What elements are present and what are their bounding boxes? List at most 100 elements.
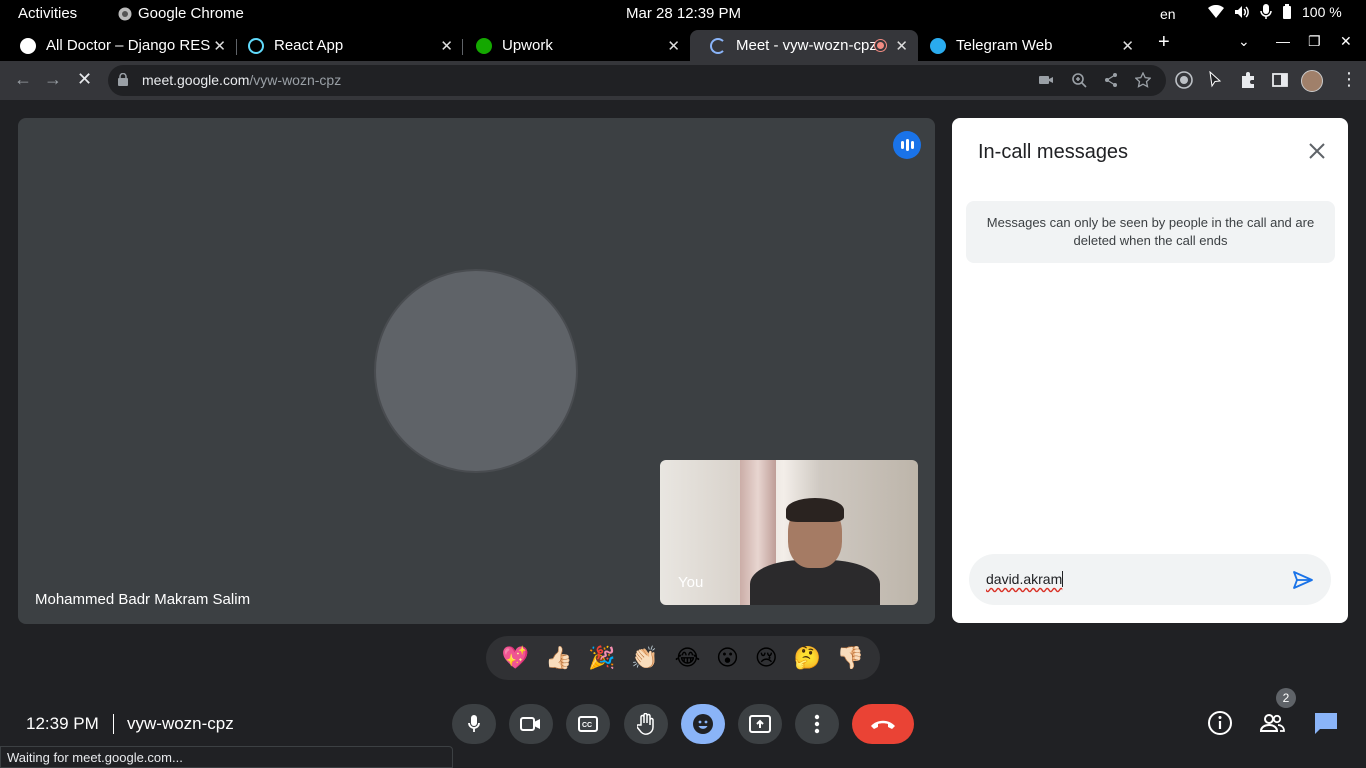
tab-all-doctor[interactable]: All Doctor – Django RES ✕ bbox=[0, 30, 236, 61]
hand-icon bbox=[637, 713, 654, 735]
reaction-thumbs-up[interactable]: 👍🏻 bbox=[545, 647, 572, 669]
activities-button[interactable]: Activities bbox=[18, 5, 77, 22]
mouse-pointer-icon bbox=[1209, 71, 1222, 88]
close-tab-icon[interactable]: ✕ bbox=[1121, 37, 1134, 55]
wifi-icon bbox=[1208, 5, 1224, 18]
present-screen-button[interactable] bbox=[738, 704, 782, 744]
url-host: meet.google.com bbox=[142, 72, 250, 88]
more-vert-icon bbox=[814, 714, 820, 734]
meet-main: Mohammed Badr Makram Salim You In-call m… bbox=[0, 100, 1366, 768]
message-input[interactable]: david.akram bbox=[986, 571, 1064, 587]
reaction-party-popper[interactable]: 🎉 bbox=[588, 647, 615, 669]
reaction-thinking[interactable]: 🤔 bbox=[793, 647, 820, 669]
microphone-icon bbox=[1260, 4, 1272, 19]
browser-toolbar: ← → ✕ meet.google.com/vyw-wozn-cpz ⋮ bbox=[0, 61, 1366, 100]
system-top-bar: Activities Google Chrome Mar 28 12:39 PM… bbox=[0, 0, 1366, 27]
battery-percentage: 100 % bbox=[1302, 4, 1342, 20]
meeting-code[interactable]: vyw-wozn-cpz bbox=[127, 714, 234, 734]
meeting-time: 12:39 PM bbox=[26, 714, 99, 733]
chrome-menu-kebab-icon[interactable]: ⋮ bbox=[1340, 69, 1358, 90]
chrome-icon bbox=[118, 7, 132, 20]
lock-icon bbox=[118, 73, 128, 86]
back-arrow-icon[interactable]: ← bbox=[14, 69, 32, 90]
language-indicator[interactable]: en bbox=[1160, 6, 1176, 22]
system-tray[interactable]: 100 % bbox=[1208, 4, 1342, 20]
app-name: Google Chrome bbox=[138, 5, 244, 22]
raise-hand-button[interactable] bbox=[624, 704, 668, 744]
bookmark-star-icon[interactable] bbox=[1135, 72, 1151, 88]
captions-button[interactable]: CC bbox=[566, 704, 610, 744]
microphone-icon bbox=[468, 715, 480, 732]
participant-tile[interactable]: Mohammed Badr Makram Salim You bbox=[18, 118, 935, 624]
close-window-icon[interactable]: ✕ bbox=[1340, 33, 1352, 50]
tab-label: React App bbox=[274, 37, 344, 54]
address-bar[interactable]: meet.google.com/vyw-wozn-cpz bbox=[108, 65, 1166, 96]
reaction-sparkling-heart[interactable]: 💖 bbox=[502, 647, 529, 669]
close-tab-icon[interactable]: ✕ bbox=[440, 37, 453, 55]
reaction-laughing[interactable]: 😂 bbox=[675, 647, 701, 669]
svg-text:CC: CC bbox=[582, 722, 592, 729]
tab-search-chevron-icon[interactable]: ⌄ bbox=[1238, 33, 1250, 50]
telegram-favicon-icon bbox=[930, 37, 946, 54]
meeting-details-info-icon[interactable] bbox=[1207, 710, 1233, 736]
app-menu[interactable]: Google Chrome bbox=[118, 5, 244, 22]
participant-avatar bbox=[374, 269, 578, 473]
zoom-icon[interactable] bbox=[1071, 72, 1087, 88]
share-icon[interactable] bbox=[1103, 72, 1119, 88]
chat-icon[interactable] bbox=[1313, 710, 1339, 736]
emoji-smile-icon bbox=[693, 714, 713, 734]
close-tab-icon[interactable]: ✕ bbox=[213, 37, 226, 55]
present-screen-icon bbox=[749, 715, 771, 733]
reaction-clapping[interactable]: 👏🏻 bbox=[631, 647, 658, 669]
browser-status-bubble: Waiting for meet.google.com... bbox=[0, 746, 453, 768]
message-input-value: david.akram bbox=[986, 571, 1063, 587]
camera-button[interactable] bbox=[509, 704, 553, 744]
recording-indicator-icon bbox=[875, 40, 886, 51]
profile-avatar[interactable] bbox=[1301, 70, 1323, 92]
leave-call-button[interactable] bbox=[852, 704, 914, 744]
divider bbox=[113, 714, 114, 734]
send-icon[interactable] bbox=[1292, 569, 1314, 591]
globe-favicon-icon bbox=[20, 37, 36, 54]
tab-react-app[interactable]: React App ✕ bbox=[228, 30, 463, 61]
reactions-bar: 💖 👍🏻 🎉 👏🏻 😂 😮 😢 🤔 👎🏻 bbox=[486, 636, 880, 680]
stop-loading-icon[interactable]: ✕ bbox=[77, 69, 92, 90]
record-extension-icon[interactable] bbox=[1175, 71, 1193, 89]
panel-title: In-call messages bbox=[978, 141, 1129, 163]
minimize-window-icon[interactable]: — bbox=[1276, 33, 1290, 49]
tab-upwork[interactable]: Upwork ✕ bbox=[456, 30, 690, 61]
reaction-thumbs-down[interactable]: 👎🏻 bbox=[837, 647, 864, 669]
self-view-tile[interactable]: You bbox=[660, 460, 918, 605]
hang-up-phone-icon bbox=[871, 720, 895, 729]
new-tab-plus-icon[interactable]: + bbox=[1158, 31, 1170, 54]
url-text[interactable]: meet.google.com/vyw-wozn-cpz bbox=[142, 72, 341, 88]
loading-spinner-icon bbox=[710, 37, 726, 54]
extensions-puzzle-icon[interactable] bbox=[1239, 71, 1257, 89]
upwork-favicon-icon bbox=[476, 37, 492, 54]
close-tab-icon[interactable]: ✕ bbox=[667, 37, 680, 55]
camera-in-use-icon[interactable] bbox=[1038, 72, 1054, 88]
message-compose[interactable]: david.akram bbox=[969, 554, 1331, 605]
video-camera-icon bbox=[520, 717, 540, 731]
participants-count-badge: 2 bbox=[1276, 688, 1296, 708]
closed-captions-icon: CC bbox=[578, 716, 598, 732]
microphone-button[interactable] bbox=[452, 704, 496, 744]
close-panel-icon[interactable] bbox=[1306, 140, 1328, 162]
clock[interactable]: Mar 28 12:39 PM bbox=[626, 5, 741, 22]
people-icon[interactable] bbox=[1259, 710, 1285, 736]
forward-arrow-icon[interactable]: → bbox=[44, 69, 62, 90]
tab-telegram[interactable]: Telegram Web ✕ bbox=[910, 30, 1144, 61]
side-panel-icon[interactable] bbox=[1271, 71, 1289, 89]
battery-icon bbox=[1283, 4, 1291, 19]
messages-notice: Messages can only be seen by people in t… bbox=[966, 201, 1335, 263]
reaction-crying[interactable]: 😢 bbox=[755, 647, 778, 669]
tab-meet[interactable]: Meet - vyw-wozn-cpz ✕ bbox=[690, 30, 918, 61]
reactions-button[interactable] bbox=[681, 704, 725, 744]
self-view-hair bbox=[786, 498, 844, 522]
restore-window-icon[interactable]: ❐ bbox=[1308, 33, 1321, 50]
react-favicon-icon bbox=[248, 37, 264, 54]
close-tab-icon[interactable]: ✕ bbox=[895, 37, 908, 55]
reaction-surprised[interactable]: 😮 bbox=[716, 647, 739, 669]
more-options-button[interactable] bbox=[795, 704, 839, 744]
participant-name: Mohammed Badr Makram Salim bbox=[35, 591, 251, 608]
